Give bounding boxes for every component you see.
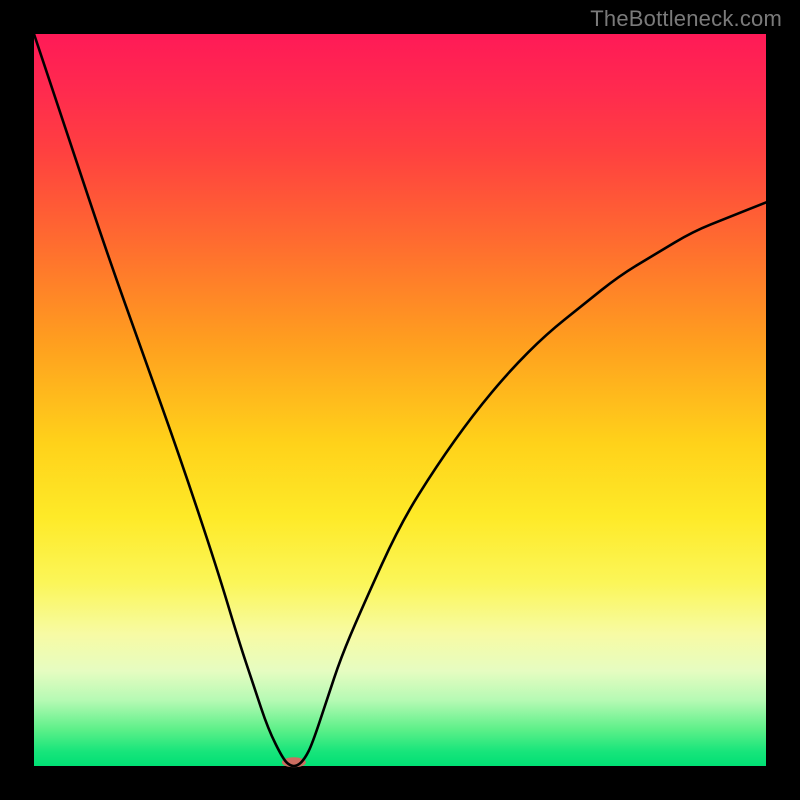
chart-frame: TheBottleneck.com <box>0 0 800 800</box>
watermark-text: TheBottleneck.com <box>590 6 782 32</box>
plot-area <box>34 34 766 766</box>
chart-svg <box>34 34 766 766</box>
bottleneck-curve <box>34 34 766 766</box>
